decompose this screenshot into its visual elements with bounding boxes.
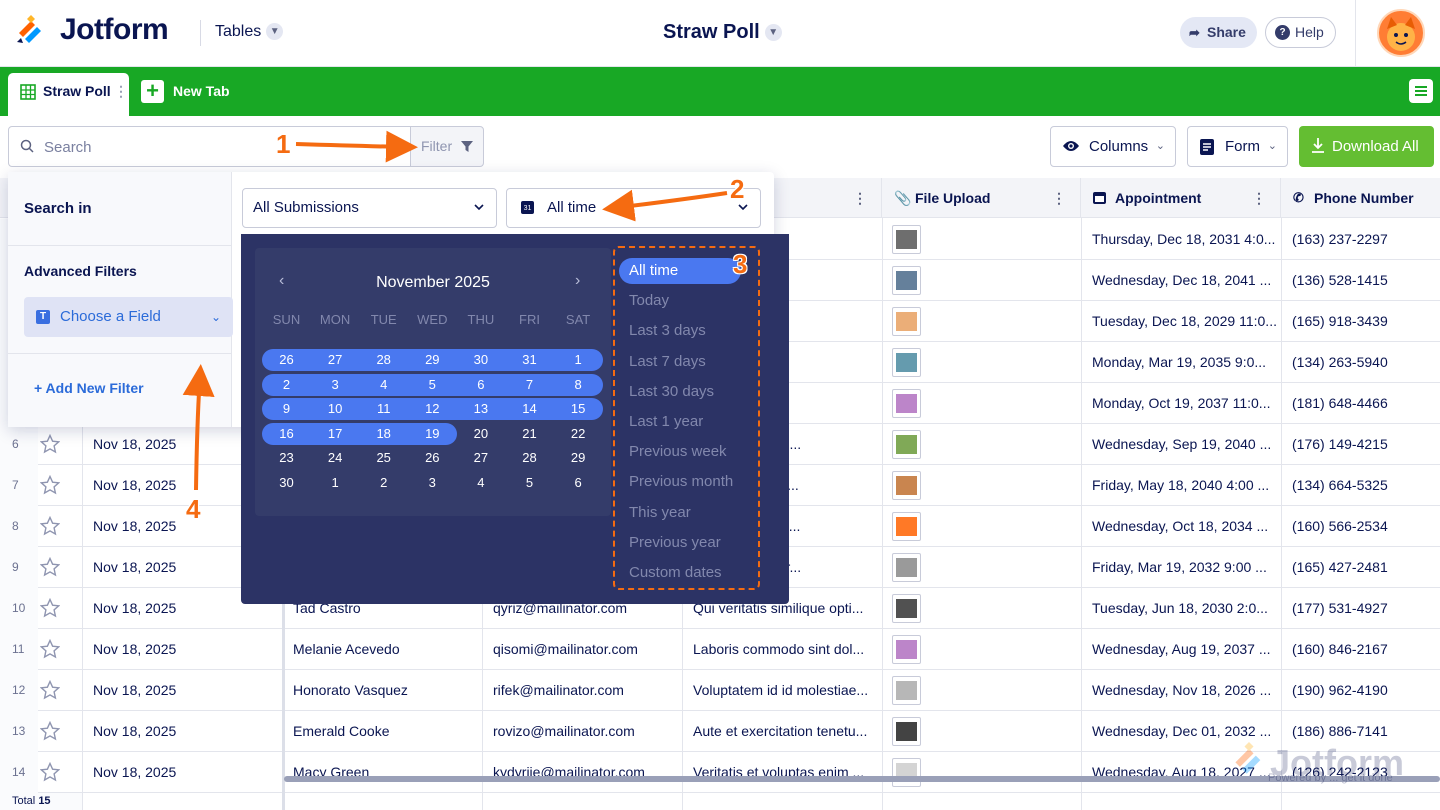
arrow-2	[602, 189, 728, 222]
arrow-1	[295, 130, 418, 163]
annotation-3: 3	[733, 249, 748, 279]
annotation-2: 2	[730, 174, 745, 204]
annotation-arrows	[182, 130, 728, 491]
arrow-4	[182, 364, 215, 491]
annotation-1: 1	[276, 129, 291, 159]
annotation-4: 4	[186, 494, 201, 524]
